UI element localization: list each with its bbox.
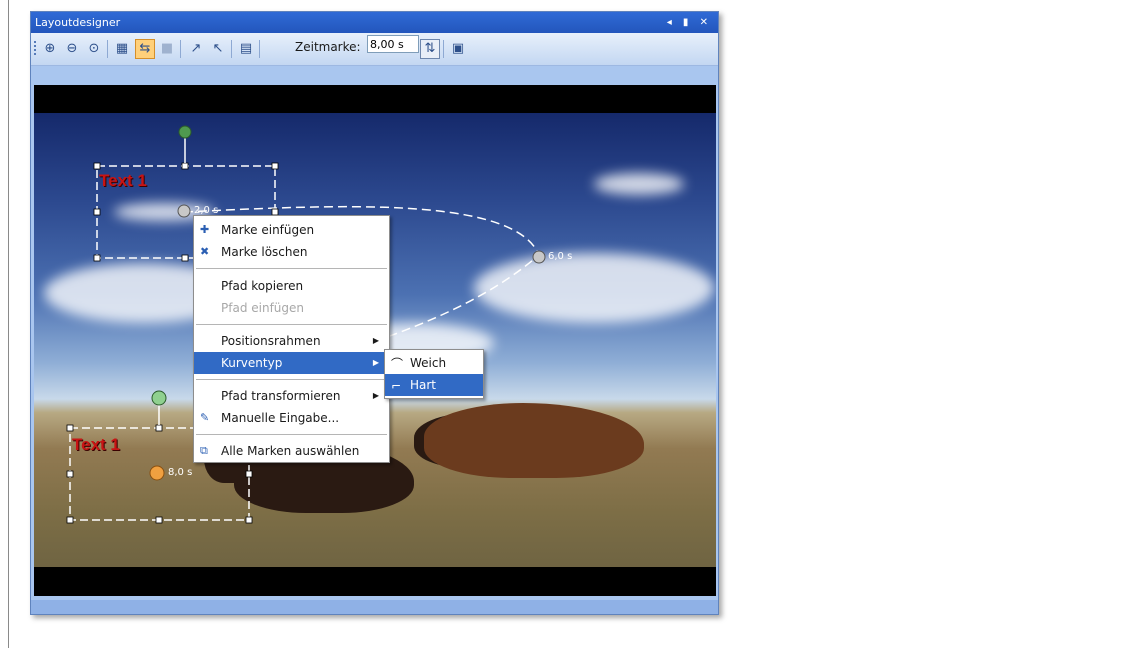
text-element-top[interactable]: Text 1	[99, 171, 147, 191]
rotate-handle-top[interactable]	[178, 125, 192, 139]
menu-item-manual-input[interactable]: ✎ Manuelle Eingabe...	[194, 407, 389, 429]
toolbar-separator	[259, 40, 260, 58]
toolbar-separator	[231, 40, 232, 58]
left-border-line	[8, 0, 9, 648]
window-titlebar[interactable]: Layoutdesigner ◂ ▮ ✕	[31, 12, 718, 33]
menu-item-transform-path[interactable]: Pfad transformieren ▶	[194, 385, 389, 407]
path-edit-icon[interactable]: ⇆	[135, 39, 155, 59]
submenu-arrow-icon: ▶	[372, 391, 379, 400]
mark-handle-right[interactable]	[532, 250, 546, 264]
mark-handle-top[interactable]	[177, 204, 191, 218]
menu-separator	[196, 379, 387, 380]
insert-mark-icon: ✚	[200, 223, 210, 236]
toolbar-separator	[443, 40, 444, 58]
delete-mark-icon: ✖	[200, 245, 210, 258]
save-icon[interactable]: ▣	[449, 40, 467, 58]
submenu-arrow-icon: ▶	[372, 358, 379, 367]
zoom-in-icon[interactable]: ⊕	[41, 40, 59, 58]
toolbar-separator	[107, 40, 108, 58]
window-controls[interactable]: ◂ ▮ ✕	[667, 12, 712, 33]
menu-item-insert-mark[interactable]: ✚ Marke einfügen	[194, 219, 389, 241]
mark-time-bottom: 8,0 s	[168, 467, 193, 478]
curve-type-submenu: ⌒ Weich ⌐ Hart	[384, 349, 484, 399]
timestamp-input[interactable]: 8,00 s	[367, 35, 419, 53]
menu-item-curve-type[interactable]: Kurventyp ▶	[194, 352, 389, 374]
submenu-item-smooth[interactable]: ⌒ Weich	[385, 352, 483, 374]
grid-icon[interactable]: ▦	[113, 40, 131, 58]
menu-item-paste-path[interactable]: Pfad einfügen	[194, 297, 389, 319]
menu-separator	[196, 268, 387, 269]
window-title: Layoutdesigner	[35, 16, 121, 29]
manual-input-icon: ✎	[200, 411, 210, 424]
window-footer	[31, 600, 718, 614]
menu-item-copy-path[interactable]: Pfad kopieren	[194, 275, 389, 297]
curve-hard-icon: ⌐	[391, 379, 402, 393]
mark-time-right: 6,0 s	[548, 251, 573, 262]
curve-smooth-icon: ⌒	[391, 357, 404, 371]
zoom-out-icon[interactable]: ⊖	[63, 40, 81, 58]
zoom-fit-icon[interactable]: ⊙	[85, 40, 103, 58]
submenu-arrow-icon: ▶	[372, 336, 379, 345]
submenu-item-hard[interactable]: ⌐ Hart	[385, 374, 483, 396]
timestamp-apply-icon[interactable]: ⇅	[420, 39, 440, 59]
toolbar-grip[interactable]	[34, 41, 36, 57]
context-menu: ✚ Marke einfügen ✖ Marke löschen Pfad ko…	[193, 215, 390, 463]
toolbar-separator	[180, 40, 181, 58]
select-all-marks-icon: ⧉	[200, 444, 208, 457]
rotate-handle-bottom[interactable]	[151, 390, 167, 406]
menu-item-position-frame[interactable]: Positionsrahmen ▶	[194, 330, 389, 352]
timestamp-label: Zeitmarke:	[295, 40, 361, 54]
menu-item-delete-mark[interactable]: ✖ Marke löschen	[194, 241, 389, 263]
menu-item-select-all-marks[interactable]: ⧉ Alle Marken auswählen	[194, 440, 389, 462]
menu-separator	[196, 324, 387, 325]
menu-separator	[196, 434, 387, 435]
camera-icon[interactable]: ■	[158, 40, 176, 58]
properties-icon[interactable]: ▤	[237, 40, 255, 58]
add-mark-icon[interactable]: ↗	[187, 40, 205, 58]
text-element-bottom[interactable]: Text 1	[72, 435, 120, 455]
remove-mark-icon[interactable]: ↖	[209, 40, 227, 58]
mark-handle-bottom[interactable]	[149, 465, 165, 481]
